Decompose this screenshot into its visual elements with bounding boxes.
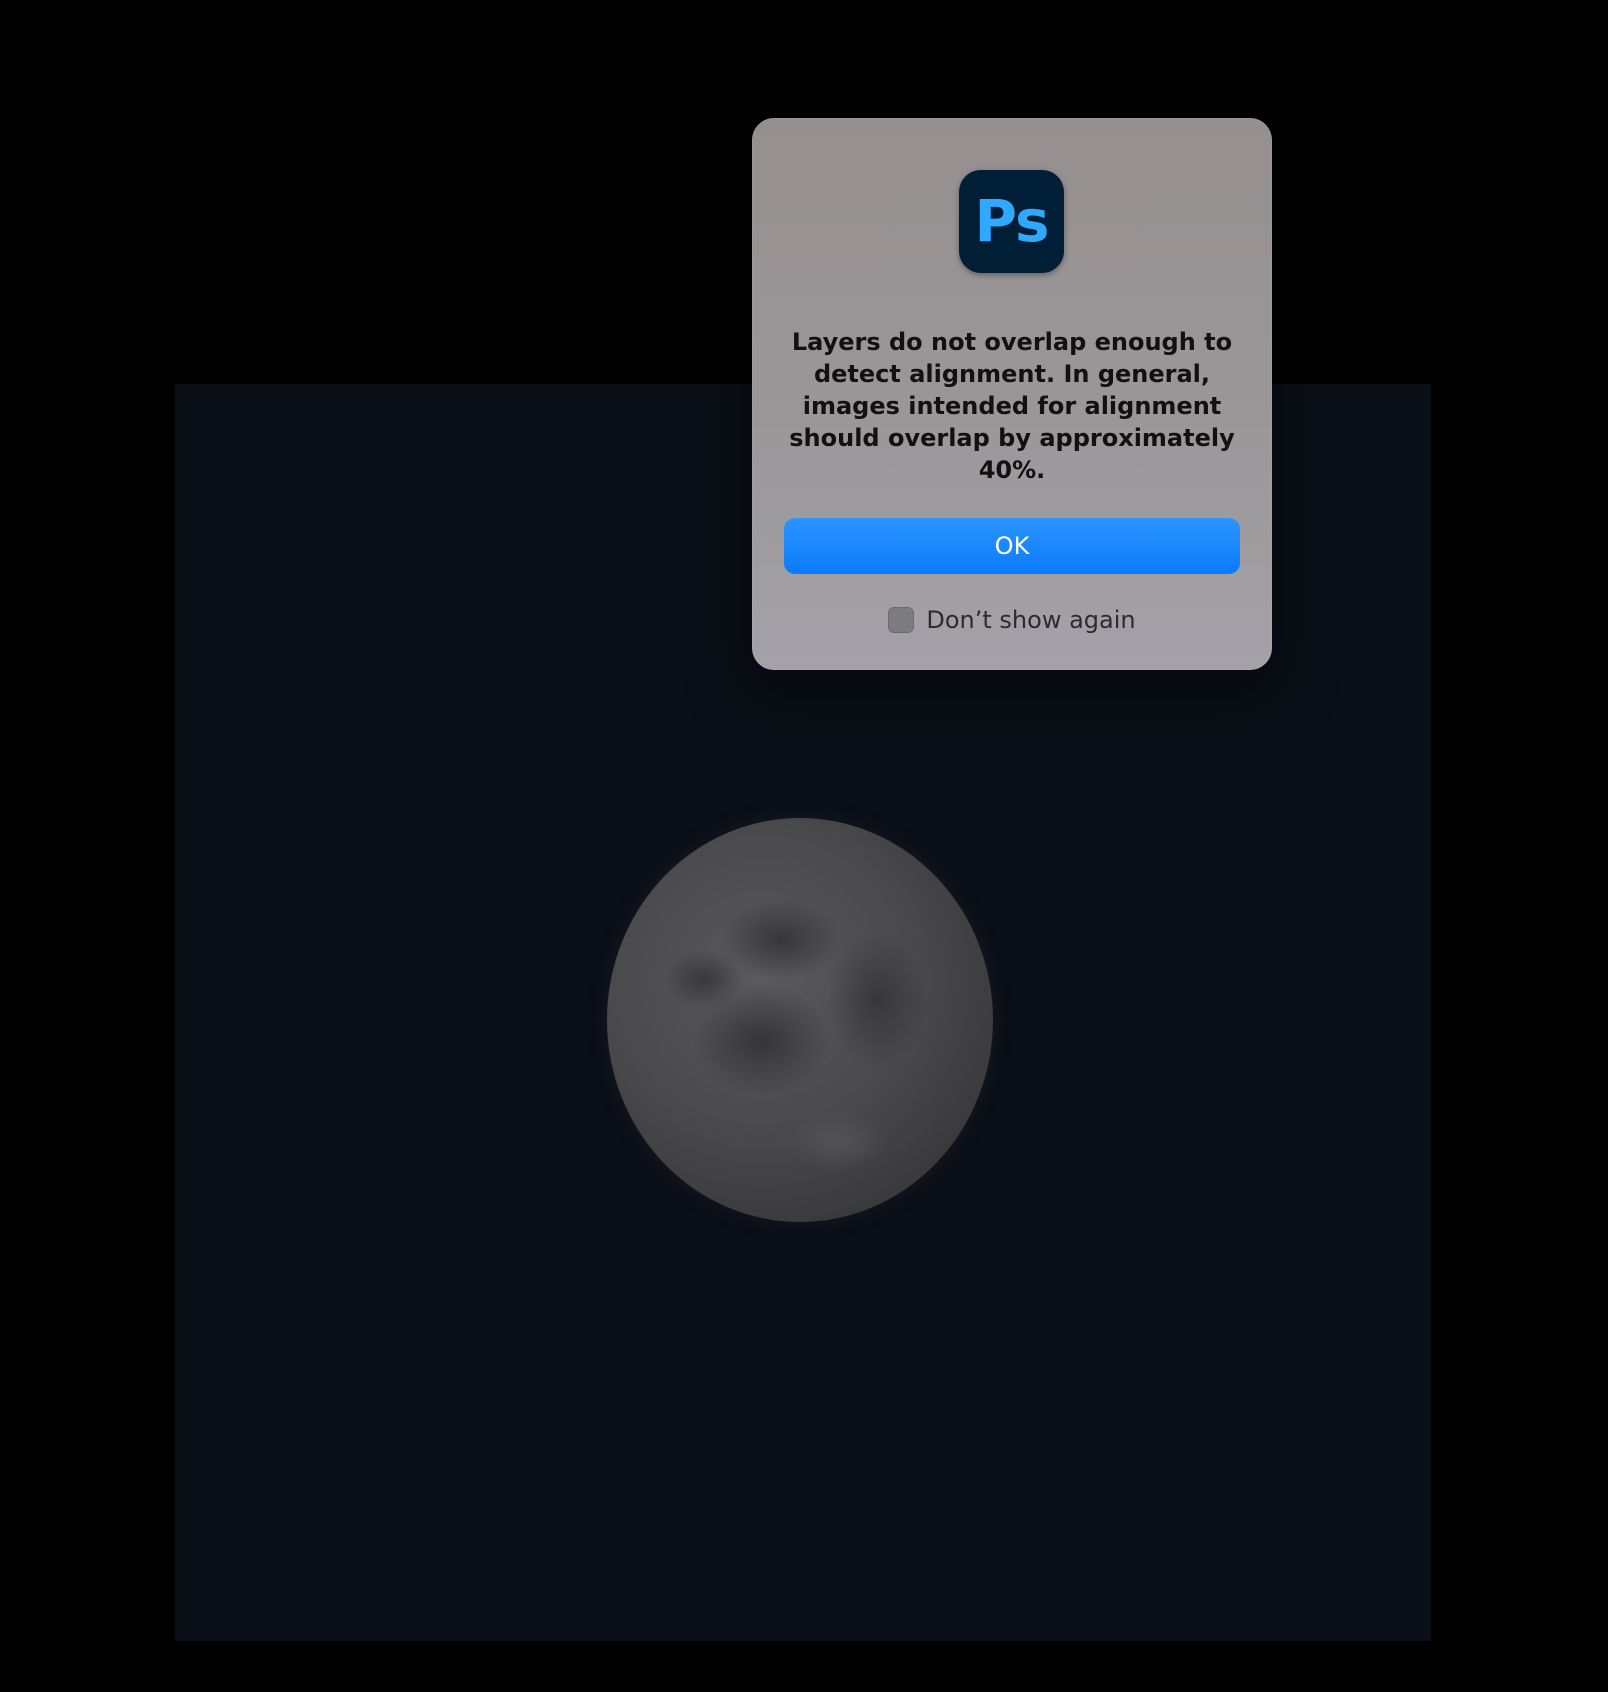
alert-message: Layers do not overlap enough to detect a… (789, 328, 1235, 484)
ok-button[interactable]: OK (784, 518, 1240, 574)
alert-dialog: Ps Layers do not overlap enough to detec… (752, 118, 1272, 670)
app-icon-label: Ps (974, 186, 1049, 255)
dont-show-again-label[interactable]: Don’t show again (926, 606, 1135, 634)
photoshop-app-icon: Ps (959, 170, 1064, 273)
moon-image (607, 818, 993, 1222)
dont-show-again-checkbox[interactable] (888, 607, 915, 633)
dont-show-again-option[interactable]: Don’t show again (752, 606, 1272, 634)
